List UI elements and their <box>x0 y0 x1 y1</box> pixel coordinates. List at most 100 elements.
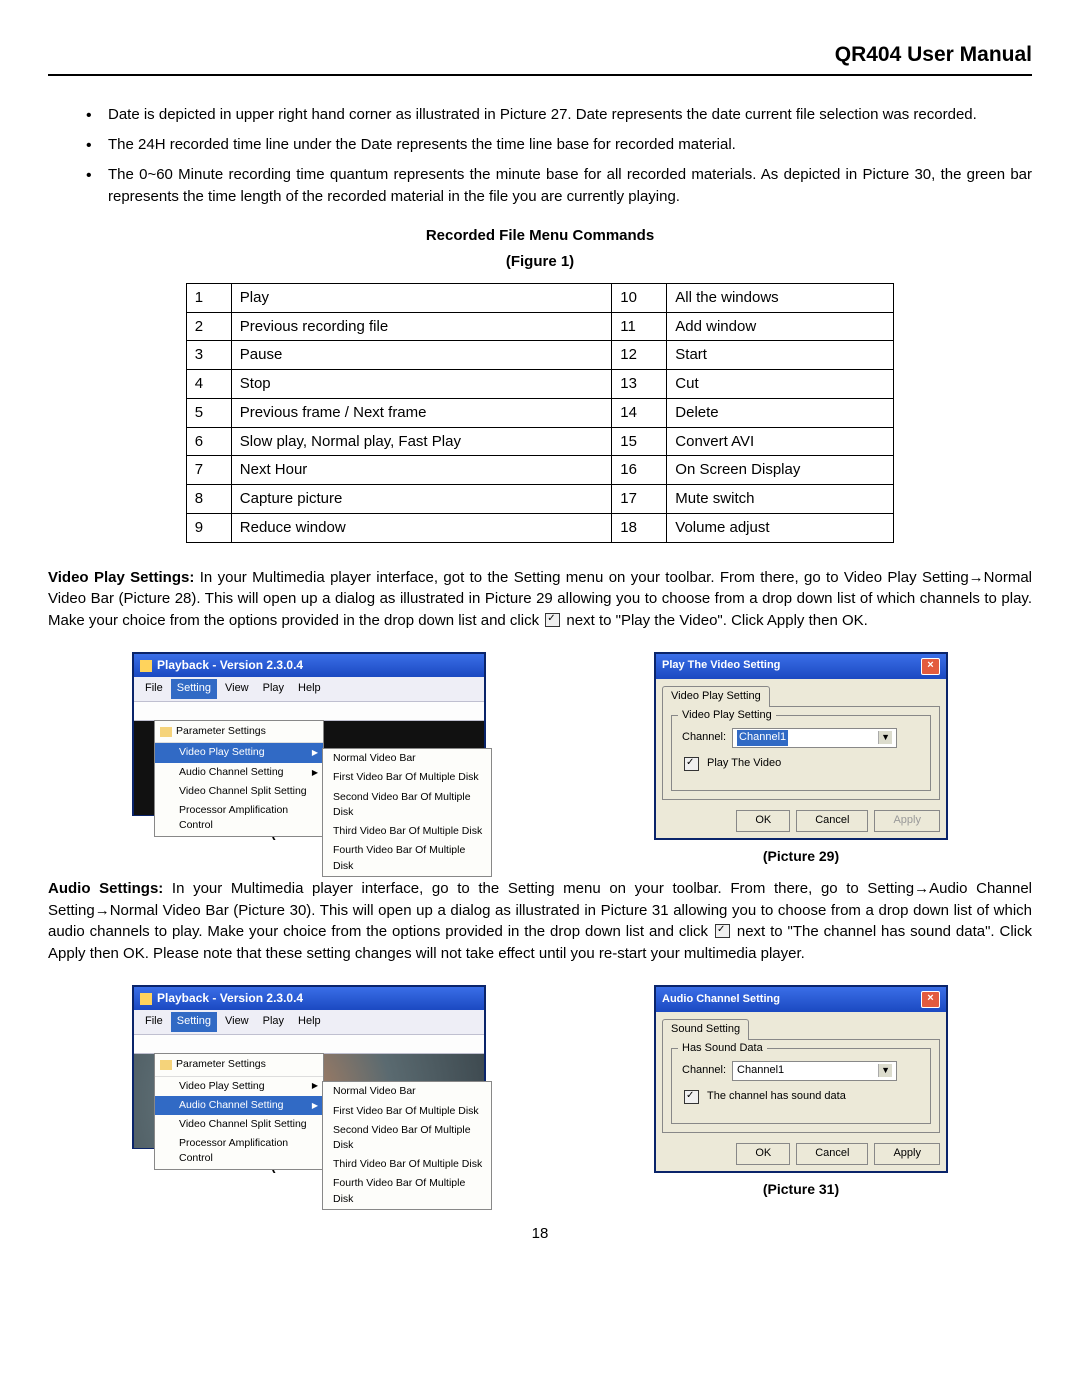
app-icon <box>140 993 152 1005</box>
menu-item[interactable]: Play <box>257 679 290 699</box>
dialog-play-video: Play The Video Setting × Video Play Sett… <box>654 652 948 840</box>
cell: 5 <box>186 398 231 427</box>
dialog-title: Audio Channel Setting <box>662 992 780 1008</box>
toolbar-strip <box>134 1035 484 1054</box>
channel-dropdown[interactable]: Channel1 ▼ <box>732 728 897 748</box>
cell: 15 <box>612 427 667 456</box>
checkbox-icon[interactable] <box>684 757 699 771</box>
cell: 6 <box>186 427 231 456</box>
submenu-item[interactable]: Third Video Bar Of Multiple Disk <box>323 1155 491 1174</box>
submenu-item[interactable]: Second Video Bar Of Multiple Disk <box>323 1121 491 1155</box>
cell: 10 <box>612 283 667 312</box>
channel-label: Channel: <box>682 730 726 746</box>
dd-item[interactable]: Processor Amplification Control <box>155 801 323 835</box>
bullet-item: The 0~60 Minute recording time quantum r… <box>108 164 1032 208</box>
cell: Convert AVI <box>667 427 894 456</box>
submenu-item[interactable]: First Video Bar Of Multiple Disk <box>323 1102 491 1121</box>
checkbox-icon <box>545 613 560 627</box>
cell: Mute switch <box>667 485 894 514</box>
cell: 12 <box>612 341 667 370</box>
window-title: Playback - Version 2.3.0.4 <box>157 990 303 1007</box>
cell: 8 <box>186 485 231 514</box>
cell: 11 <box>612 312 667 341</box>
menu-item[interactable]: View <box>219 679 255 699</box>
dd-item[interactable]: Processor Amplification Control <box>155 1134 323 1168</box>
submenu-item[interactable]: Second Video Bar Of Multiple Disk <box>323 788 491 822</box>
menu-item[interactable]: File <box>139 679 169 699</box>
channel-label: Channel: <box>682 1063 726 1079</box>
table-row: 8Capture picture17Mute switch <box>186 485 893 514</box>
chevron-right-icon: ▶ <box>312 1080 318 1092</box>
video-settings-paragraph: Video Play Settings: In your Multimedia … <box>48 567 1032 632</box>
dd-item[interactable]: Video Play Setting▶ <box>155 1077 323 1096</box>
menu-item[interactable]: View <box>219 1012 255 1032</box>
tab[interactable]: Video Play Setting <box>662 686 770 707</box>
cell: 16 <box>612 456 667 485</box>
figure-label: (Figure 1) <box>48 251 1032 273</box>
channel-value: Channel1 <box>737 730 788 746</box>
lead-text: Audio Settings: <box>48 880 163 897</box>
ok-button[interactable]: OK <box>736 810 790 832</box>
cell: 2 <box>186 312 231 341</box>
chevron-right-icon: ▶ <box>312 1100 318 1112</box>
playback-window-28: Playback - Version 2.3.0.4 FileSettingVi… <box>132 652 486 816</box>
menu-item[interactable]: Setting <box>171 679 217 699</box>
menu-item[interactable]: Play <box>257 1012 290 1032</box>
menubar: FileSettingViewPlayHelp <box>134 677 484 702</box>
tab[interactable]: Sound Setting <box>662 1019 749 1040</box>
checkbox-icon[interactable] <box>684 1090 699 1104</box>
chevron-right-icon: ▶ <box>312 767 318 779</box>
menu-item[interactable]: Setting <box>171 1012 217 1032</box>
cell: Previous recording file <box>231 312 612 341</box>
cell: 1 <box>186 283 231 312</box>
cell: 13 <box>612 370 667 399</box>
cell: 7 <box>186 456 231 485</box>
submenu-item[interactable]: Normal Video Bar <box>323 749 491 768</box>
toolbar-strip <box>134 702 484 721</box>
cell: 17 <box>612 485 667 514</box>
menu-item[interactable]: Help <box>292 1012 327 1032</box>
dd-item[interactable]: Video Channel Split Setting <box>155 782 323 801</box>
submenu-item[interactable]: Fourth Video Bar Of Multiple Disk <box>323 841 491 875</box>
folder-icon <box>160 727 172 737</box>
dd-item[interactable]: Video Play Setting▶ <box>155 743 323 762</box>
dialog-titlebar: Audio Channel Setting × <box>656 987 946 1012</box>
submenu-item[interactable]: Fourth Video Bar Of Multiple Disk <box>323 1174 491 1208</box>
cell: Capture picture <box>231 485 612 514</box>
submenu-item[interactable]: Normal Video Bar <box>323 1082 491 1101</box>
submenu-item[interactable]: Third Video Bar Of Multiple Disk <box>323 822 491 841</box>
chevron-down-icon: ▼ <box>878 731 892 744</box>
cell: Reduce window <box>231 513 612 542</box>
ok-button[interactable]: OK <box>736 1143 790 1165</box>
close-icon[interactable]: × <box>921 991 940 1008</box>
caption: (Picture 31) <box>763 1179 839 1199</box>
checkbox-label: Play The Video <box>707 756 781 772</box>
cell: Cut <box>667 370 894 399</box>
apply-button[interactable]: Apply <box>874 810 940 832</box>
window-title: Playback - Version 2.3.0.4 <box>157 657 303 674</box>
dd-item[interactable]: Audio Channel Setting▶ <box>155 763 323 782</box>
menu-item[interactable]: File <box>139 1012 169 1032</box>
parameter-dropdown: Parameter Settings Video Play Setting▶Au… <box>154 1053 324 1169</box>
dd-item[interactable]: Audio Channel Setting▶ <box>155 1096 323 1115</box>
apply-button[interactable]: Apply <box>874 1143 940 1165</box>
dd-item[interactable]: Video Channel Split Setting <box>155 1115 323 1134</box>
dd-head: Parameter Settings <box>155 1054 323 1076</box>
channel-dropdown[interactable]: Channel1 ▼ <box>732 1061 897 1081</box>
cancel-button[interactable]: Cancel <box>796 810 868 832</box>
cell: 18 <box>612 513 667 542</box>
cell: Volume adjust <box>667 513 894 542</box>
cell: Next Hour <box>231 456 612 485</box>
tail-text: next to "Play the Video". Click Apply th… <box>562 612 868 629</box>
cell: Stop <box>231 370 612 399</box>
menu-item[interactable]: Help <box>292 679 327 699</box>
window-titlebar: Playback - Version 2.3.0.4 <box>134 987 484 1010</box>
playback-window-30: Playback - Version 2.3.0.4 FileSettingVi… <box>132 985 486 1149</box>
app-icon <box>140 660 152 672</box>
close-icon[interactable]: × <box>921 658 940 675</box>
channel-value: Channel1 <box>737 1063 784 1079</box>
parameter-dropdown: Parameter Settings Video Play Setting▶Au… <box>154 720 324 836</box>
submenu-item[interactable]: First Video Bar Of Multiple Disk <box>323 768 491 787</box>
cancel-button[interactable]: Cancel <box>796 1143 868 1165</box>
checkbox-icon <box>715 924 730 938</box>
